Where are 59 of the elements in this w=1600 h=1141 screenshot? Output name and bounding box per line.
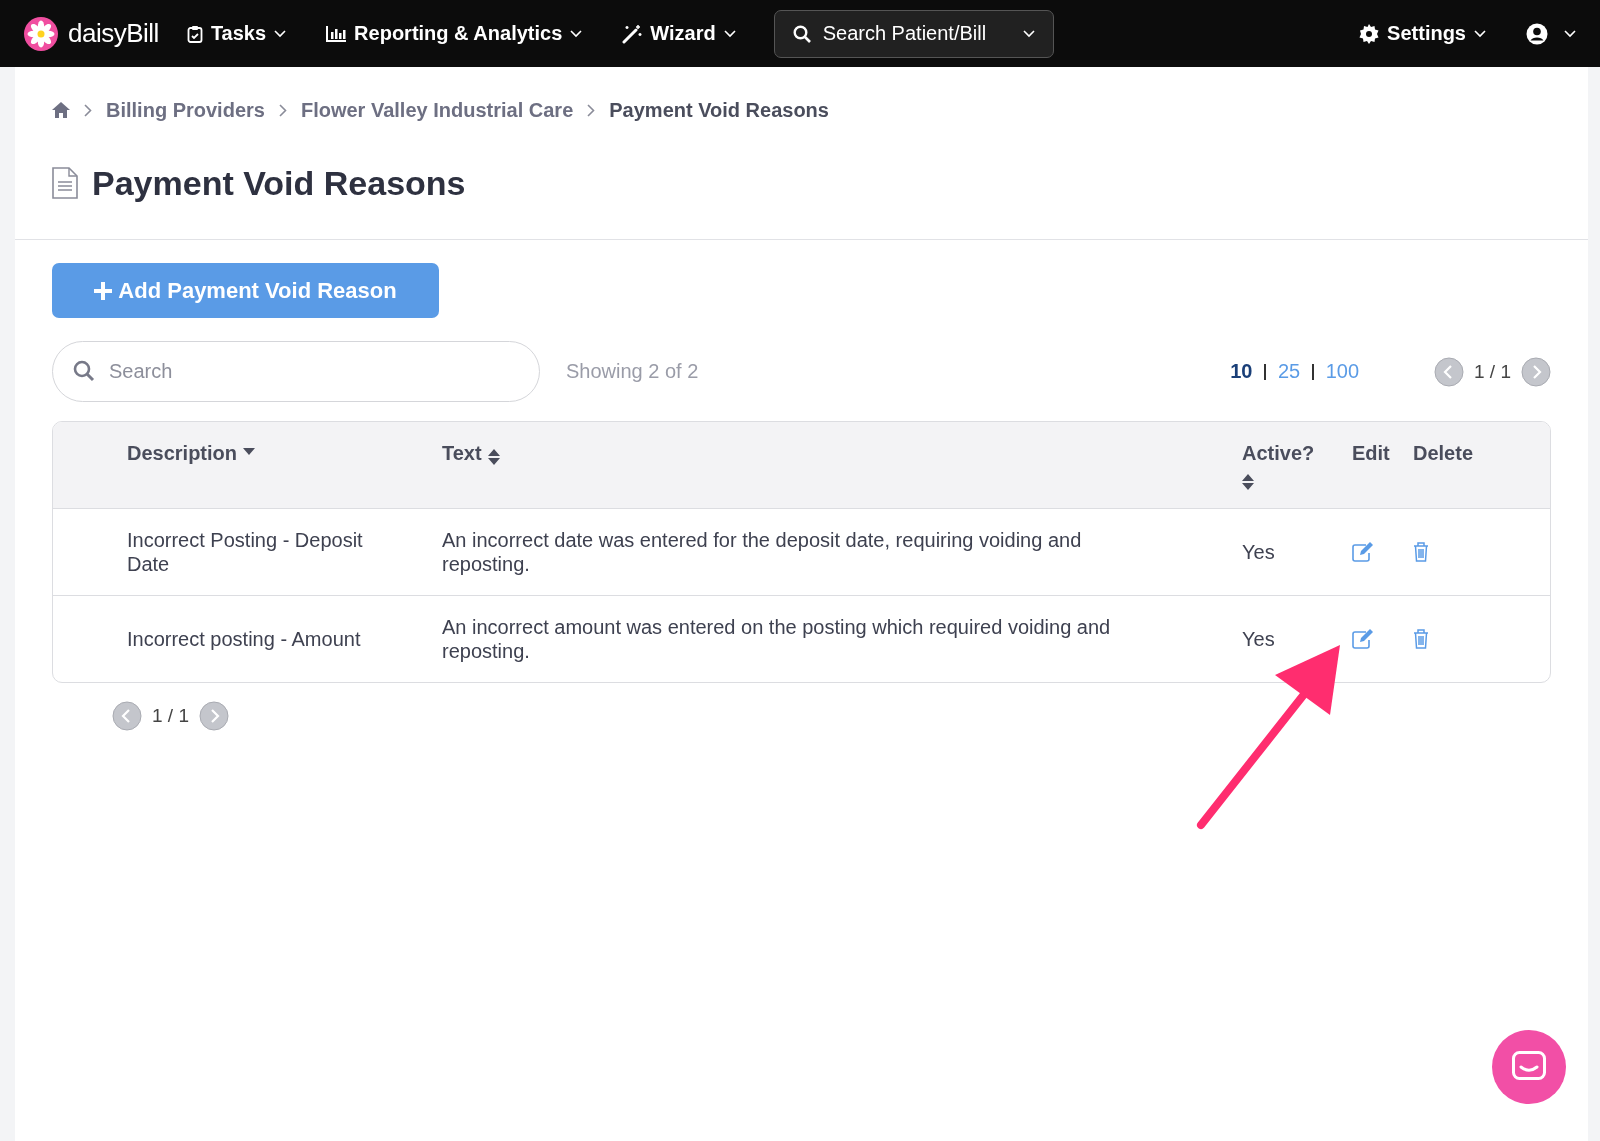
chevron-right-icon [84, 103, 92, 117]
chevron-right-icon [587, 103, 596, 117]
breadcrumb-link[interactable]: Billing Providers [106, 98, 265, 122]
table-cell-text: Incorrect posting - Amount [127, 627, 362, 651]
sort-icon[interactable] [487, 448, 500, 466]
trash-icon[interactable] [1413, 629, 1429, 649]
chevron-down-icon [1474, 29, 1486, 38]
table-cell-text: An incorrect amount was entered on the posting which required voiding and reposting. [442, 615, 1112, 663]
breadcrumb-current: Payment Void Reasons [609, 98, 829, 122]
settings-icon [1359, 23, 1380, 44]
clipboard-icon [186, 24, 203, 43]
chevron-down-icon [274, 29, 287, 38]
magic-wand-icon [622, 23, 643, 44]
table-cell-text: Yes [1242, 540, 1276, 564]
nav-menu[interactable]: Tasks [186, 22, 287, 45]
column-header[interactable]: Active? [1242, 442, 1315, 465]
next-page-button[interactable] [199, 701, 229, 731]
flower-logo-icon[interactable] [24, 16, 58, 51]
previous-page-button[interactable] [112, 701, 142, 731]
chevron-down-icon [723, 29, 736, 38]
page-indicator: 1 / 1 [1474, 360, 1511, 383]
patient-search-field[interactable]: Search Patient/Bill [773, 9, 1054, 58]
column-header[interactable]: Edit [1352, 442, 1390, 465]
previous-page-button[interactable] [1434, 356, 1464, 387]
chevron-right-icon [278, 103, 287, 117]
breadcrumb-link[interactable]: Flower Valley Industrial Care [300, 98, 574, 122]
edit-icon[interactable] [1352, 629, 1374, 649]
column-header[interactable]: Description [127, 442, 238, 465]
results-count: Showing 2 of 2 [566, 360, 699, 383]
trash-icon[interactable] [1413, 542, 1429, 562]
search-icon [73, 360, 95, 382]
page-indicator: 1 / 1 [152, 705, 189, 727]
logo-text[interactable]: daisyBill [68, 18, 159, 49]
search-field[interactable]: Search [52, 341, 540, 402]
page-size-link[interactable]: 10 [1230, 360, 1253, 383]
nav-menu[interactable]: Wizard [622, 22, 736, 45]
column-header[interactable]: Text [442, 442, 482, 465]
document-icon [52, 167, 78, 199]
chevron-down-icon [1022, 29, 1035, 38]
user-avatar-icon [1526, 22, 1548, 45]
column-header[interactable]: Delete [1413, 442, 1474, 465]
chat-icon [1512, 1051, 1546, 1083]
table-cell-text: Incorrect Posting - Deposit Date [127, 528, 364, 576]
home-icon[interactable] [52, 102, 70, 118]
next-page-button[interactable] [1521, 356, 1551, 387]
search-icon [792, 24, 811, 43]
user-menu[interactable] [1526, 22, 1576, 45]
table-cell-text: An incorrect date was entered for the deposit date, requiring voiding and reposting. [442, 528, 1083, 576]
plus-icon [94, 281, 113, 300]
table-cell-text: Yes [1242, 627, 1276, 651]
nav-menu[interactable]: Reporting & Analytics [326, 22, 583, 45]
settings-menu[interactable]: Settings [1359, 22, 1486, 45]
bar-chart-icon [326, 25, 347, 42]
sort-down-icon[interactable] [243, 448, 256, 456]
chevron-down-icon [570, 29, 583, 38]
page-title: Payment Void Reasons [92, 163, 466, 203]
edit-icon[interactable] [1352, 542, 1374, 562]
chevron-down-icon [1564, 29, 1576, 38]
sort-icon[interactable] [1242, 473, 1254, 491]
